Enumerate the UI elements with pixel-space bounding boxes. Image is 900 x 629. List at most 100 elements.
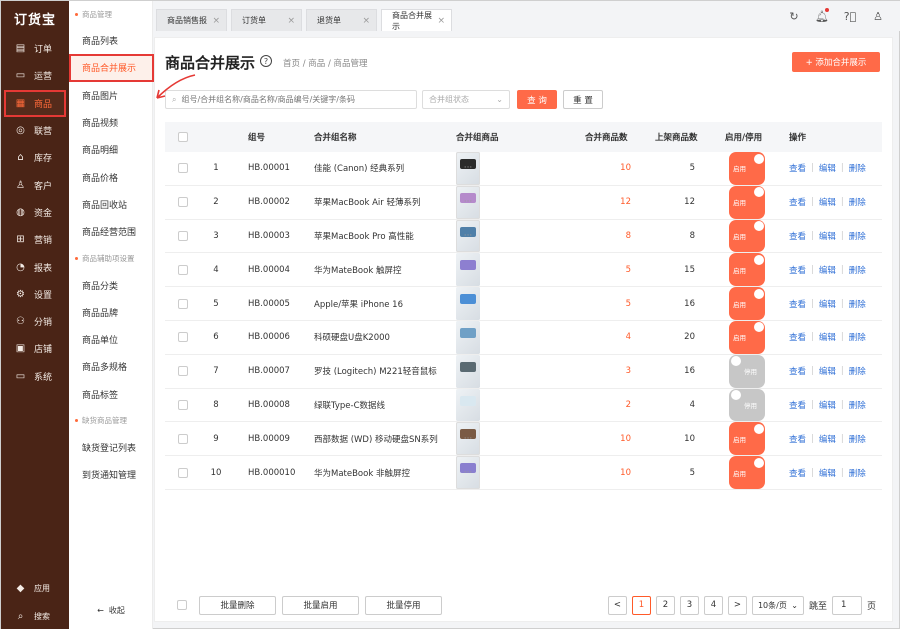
- more-thumbnails-button[interactable]: ···: [456, 456, 480, 489]
- delete-link[interactable]: 删除: [849, 162, 866, 174]
- edit-link[interactable]: 编辑: [819, 467, 836, 479]
- query-button[interactable]: 查 询: [517, 90, 557, 109]
- nav-item-funds[interactable]: ◍ 资金: [1, 199, 69, 226]
- nav-item-system[interactable]: ▭ 系统: [1, 363, 69, 390]
- reset-button[interactable]: 重 置: [563, 90, 603, 109]
- next-page-button[interactable]: >: [727, 595, 747, 615]
- nav-item-settings[interactable]: ⚙ 设置: [1, 281, 69, 308]
- edit-link[interactable]: 编辑: [819, 264, 836, 276]
- sub-item[interactable]: 商品明细: [69, 136, 152, 163]
- status-toggle[interactable]: 启用: [729, 185, 765, 219]
- row-checkbox[interactable]: [178, 332, 188, 343]
- view-link[interactable]: 查看: [789, 467, 806, 479]
- delete-link[interactable]: 删除: [849, 230, 866, 242]
- page-button-3[interactable]: 3: [679, 595, 699, 615]
- footer-select-all-checkbox[interactable]: [177, 600, 187, 610]
- status-toggle[interactable]: 启用: [729, 253, 765, 287]
- view-link[interactable]: 查看: [789, 298, 806, 310]
- sub-item[interactable]: 商品单位: [69, 326, 152, 353]
- product-thumbnail[interactable]: [456, 253, 480, 287]
- nav-item-orders[interactable]: ▤ 订单: [1, 35, 69, 62]
- delete-link[interactable]: 删除: [849, 467, 866, 479]
- refresh-icon[interactable]: ↻: [787, 9, 801, 23]
- view-link[interactable]: 查看: [789, 162, 806, 174]
- nav-item-alliance[interactable]: ◎ 联营: [1, 117, 69, 144]
- row-checkbox[interactable]: [178, 264, 188, 275]
- row-checkbox[interactable]: [178, 399, 188, 410]
- sub-item[interactable]: 商品多规格: [69, 353, 152, 380]
- select-all-checkbox[interactable]: [178, 132, 188, 142]
- nav-item-apps[interactable]: ◆ 应用: [1, 574, 69, 602]
- sub-item[interactable]: 商品图片: [69, 82, 152, 109]
- user-icon[interactable]: ♙: [871, 9, 885, 23]
- close-icon[interactable]: ×: [287, 16, 295, 26]
- batch-enable-button[interactable]: 批量启用: [282, 595, 359, 615]
- sub-item[interactable]: 到货通知管理: [69, 461, 152, 488]
- tab-4[interactable]: 商品合并展示 ×: [381, 9, 452, 31]
- delete-link[interactable]: 删除: [849, 196, 866, 208]
- status-select[interactable]: 合并组状态 ⌄: [422, 90, 510, 109]
- status-toggle[interactable]: 启用: [729, 320, 765, 354]
- row-checkbox[interactable]: [178, 467, 188, 478]
- status-toggle[interactable]: 启用: [729, 422, 765, 456]
- more-thumbnails-button[interactable]: ···: [456, 422, 480, 456]
- sub-item[interactable]: 缺货登记列表: [69, 434, 152, 461]
- collapse-button[interactable]: ← 收起: [69, 605, 153, 616]
- sub-item[interactable]: 商品视频: [69, 109, 152, 136]
- page-button-2[interactable]: 2: [655, 595, 675, 615]
- search-input[interactable]: [181, 95, 402, 104]
- product-thumbnail[interactable]: [456, 388, 480, 422]
- nav-item-customer[interactable]: ♙ 客户: [1, 171, 69, 198]
- edit-link[interactable]: 编辑: [819, 365, 836, 377]
- sub-item[interactable]: 商品回收站: [69, 191, 152, 218]
- edit-link[interactable]: 编辑: [819, 196, 836, 208]
- row-checkbox[interactable]: [178, 230, 188, 241]
- close-icon[interactable]: ×: [212, 16, 220, 26]
- prev-page-button[interactable]: <: [607, 595, 627, 615]
- sub-item[interactable]: 商品分类: [69, 271, 152, 298]
- row-checkbox[interactable]: [178, 197, 188, 208]
- tab-3[interactable]: 退货单 ×: [306, 9, 377, 31]
- add-merge-button[interactable]: + 添加合并展示: [792, 52, 880, 72]
- batch-disable-button[interactable]: 批量停用: [365, 595, 442, 615]
- delete-link[interactable]: 删除: [849, 331, 866, 343]
- edit-link[interactable]: 编辑: [819, 162, 836, 174]
- page-button-4[interactable]: 4: [703, 595, 723, 615]
- view-link[interactable]: 查看: [789, 196, 806, 208]
- tab-1[interactable]: 商品销售报 ×: [156, 9, 227, 31]
- nav-item-warehouse[interactable]: ⌂ 库存: [1, 144, 69, 171]
- row-checkbox[interactable]: [178, 433, 188, 444]
- view-link[interactable]: 查看: [789, 331, 806, 343]
- view-link[interactable]: 查看: [789, 264, 806, 276]
- view-link[interactable]: 查看: [789, 230, 806, 242]
- nav-item-search[interactable]: ⌕ 搜索: [1, 602, 69, 629]
- view-link[interactable]: 查看: [789, 365, 806, 377]
- batch-delete-button[interactable]: 批量删除: [199, 595, 276, 615]
- nav-item-store[interactable]: ▣ 店铺: [1, 335, 69, 362]
- status-toggle[interactable]: 停用: [729, 388, 765, 422]
- delete-link[interactable]: 删除: [849, 264, 866, 276]
- sub-item[interactable]: 商品列表: [69, 27, 152, 54]
- more-thumbnails-button[interactable]: ···: [456, 185, 480, 219]
- tab-2[interactable]: 订货单 ×: [231, 9, 302, 31]
- status-toggle[interactable]: 停用: [729, 354, 765, 388]
- bell-icon[interactable]: 🔔︎: [815, 8, 829, 23]
- delete-link[interactable]: 删除: [849, 298, 866, 310]
- nav-item-marketing[interactable]: ⊞ 营销: [1, 226, 69, 253]
- sub-item[interactable]: 商品经营范围: [69, 218, 152, 245]
- sub-item[interactable]: 商品价格: [69, 163, 152, 190]
- status-toggle[interactable]: 启用: [729, 152, 765, 185]
- page-button-1[interactable]: 1: [631, 595, 651, 615]
- sub-item[interactable]: 商品合并展示: [69, 54, 154, 82]
- close-icon[interactable]: ×: [437, 16, 445, 26]
- sub-item[interactable]: 商品标签: [69, 381, 152, 408]
- edit-link[interactable]: 编辑: [819, 433, 836, 445]
- nav-item-report[interactable]: ◔ 报表: [1, 253, 69, 280]
- edit-link[interactable]: 编辑: [819, 298, 836, 310]
- product-thumbnail[interactable]: [456, 320, 480, 354]
- row-checkbox[interactable]: [178, 163, 188, 174]
- page-size-select[interactable]: 10条/页 ⌄: [751, 595, 804, 615]
- delete-link[interactable]: 删除: [849, 399, 866, 411]
- status-toggle[interactable]: 启用: [729, 456, 765, 489]
- status-toggle[interactable]: 启用: [729, 287, 765, 320]
